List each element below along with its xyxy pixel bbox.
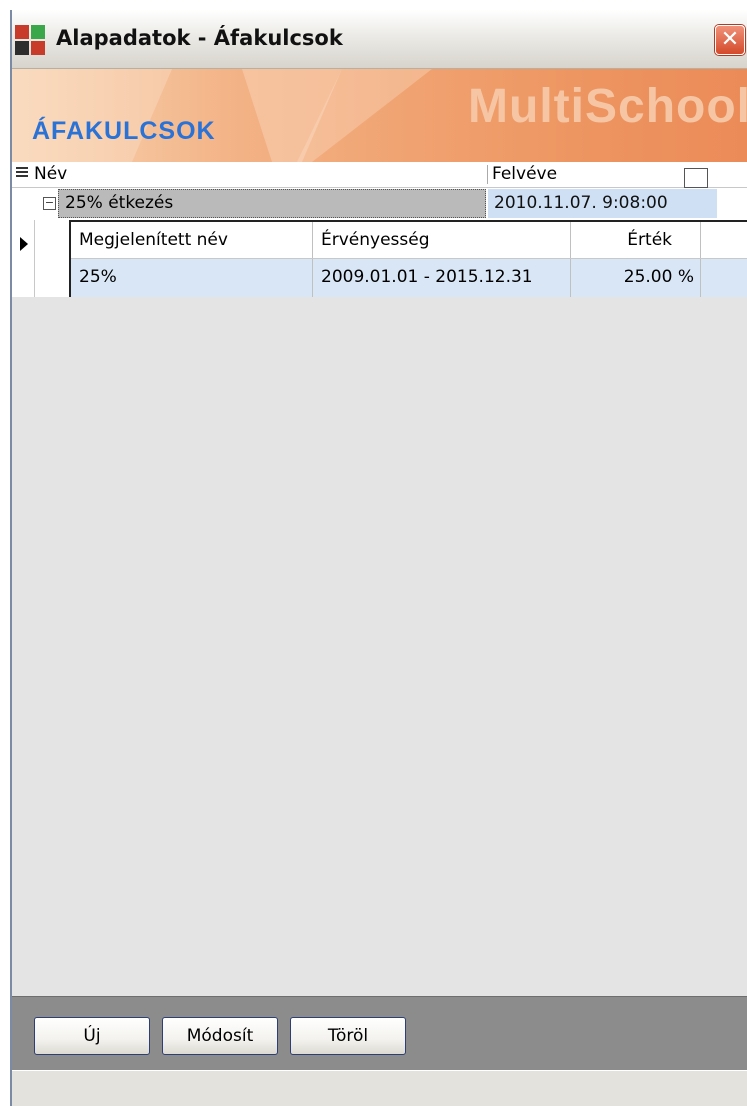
- detail-indent: [35, 220, 69, 297]
- column-divider: [487, 165, 488, 184]
- header-banner: ÁFAKULCSOK MultiSchool: [12, 69, 747, 162]
- group-row-date[interactable]: 2010.11.07. 9:08:00: [488, 189, 717, 218]
- checkbox-icon[interactable]: [684, 168, 708, 188]
- detail-cell-validity[interactable]: 2009.01.01 - 2015.12.31: [313, 259, 571, 297]
- close-icon: ✕: [720, 27, 740, 52]
- row-indicator-column: [12, 220, 35, 297]
- status-bar: [12, 1070, 747, 1106]
- button-bar: Új Módosít Töröl: [12, 996, 747, 1071]
- main-window: Alapadatok - Áfakulcsok ✕ ÁFAKULCSOK Mul…: [10, 10, 747, 1106]
- title-bar[interactable]: Alapadatok - Áfakulcsok ✕: [12, 10, 747, 69]
- group-row[interactable]: − 25% étkezés 2010.11.07. 9:08:00: [12, 188, 747, 220]
- brand-logo: MultiSchool: [468, 80, 747, 133]
- data-grid: Név Felvéve − 25% étkezés 2010.11.07. 9:…: [12, 162, 747, 996]
- new-button[interactable]: Új: [34, 1017, 150, 1055]
- detail-table: Megjelenített név Érvényesség Érték 25% …: [69, 220, 747, 297]
- detail-header: Megjelenített név Érvényesség Érték: [71, 222, 747, 259]
- delete-button[interactable]: Töröl: [290, 1017, 406, 1055]
- grid-header: Név Felvéve: [12, 162, 747, 188]
- page-title: ÁFAKULCSOK: [32, 117, 216, 145]
- detail-header-value[interactable]: Érték: [571, 222, 701, 258]
- row-indicator-icon: [20, 237, 28, 251]
- group-row-name[interactable]: 25% étkezés: [58, 189, 486, 218]
- close-button[interactable]: ✕: [715, 25, 745, 55]
- edit-button[interactable]: Módosít: [162, 1017, 278, 1055]
- column-header-name[interactable]: Név: [34, 164, 67, 184]
- column-header-created[interactable]: Felvéve: [492, 164, 557, 184]
- detail-cell-value[interactable]: 25.00 %: [571, 259, 701, 297]
- detail-header-validity[interactable]: Érvényesség: [313, 222, 571, 258]
- table-row[interactable]: 25% 2009.01.01 - 2015.12.31 25.00 %: [71, 259, 747, 297]
- app-icon: [15, 25, 45, 55]
- collapse-icon[interactable]: −: [43, 197, 56, 210]
- detail-header-display-name[interactable]: Megjelenített név: [71, 222, 313, 258]
- window-title: Alapadatok - Áfakulcsok: [56, 26, 343, 50]
- column-chooser-icon[interactable]: [16, 167, 28, 181]
- detail-cell-display-name[interactable]: 25%: [71, 259, 313, 297]
